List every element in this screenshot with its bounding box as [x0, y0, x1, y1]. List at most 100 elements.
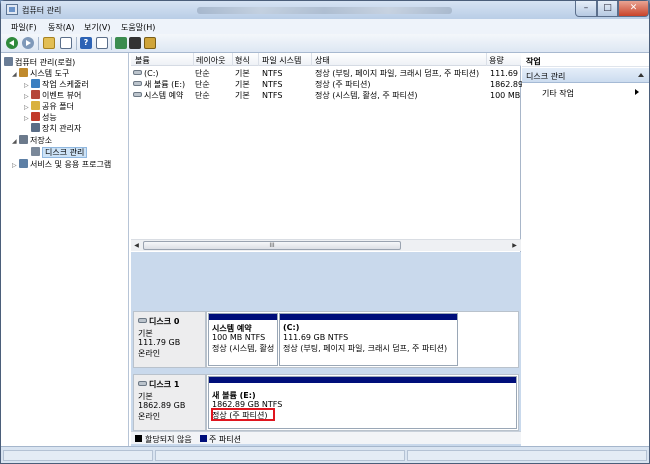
volume-icon — [133, 70, 142, 75]
expand-arrow-icon[interactable]: ▷ — [24, 113, 31, 124]
disk-icon — [138, 381, 147, 386]
actions-pane: 작업 디스크 관리 기타 작업 — [522, 53, 649, 446]
main-content: 컴퓨터 관리(로컬) ◢ 시스템 도구 ▷ 작업 스케줄러 ▷ 이벤트 뷰어 ▷ 공유 … — [1, 53, 649, 446]
expand-arrow-icon[interactable]: ▷ — [12, 160, 19, 171]
performance-icon — [31, 112, 40, 121]
status-segment — [155, 450, 405, 461]
column-header-status[interactable]: 상태 — [315, 55, 330, 66]
computer-management-window: 컴퓨터 관리 – □ ✕ 파일(F) 동작(A) 보기(V) 도움말(H) ? … — [0, 0, 650, 464]
disk-name: 디스크 0 — [149, 317, 180, 326]
partition-c-drive[interactable]: (C:) 111.69 GB NTFS 정상 (부팅, 페이지 파일, 크래시 … — [279, 313, 458, 366]
blurred-overlay-text — [197, 7, 452, 14]
disk-0-label[interactable]: 디스크 0 기본 111.79 GB 온라인 — [133, 311, 206, 368]
help-icon[interactable]: ? — [80, 37, 92, 49]
shared-folder-icon — [31, 101, 40, 110]
tree-item-shared-folders[interactable]: ▷ 공유 폴더 — [24, 101, 74, 112]
legend: 할당되지 않음 주 파티션 — [131, 431, 521, 444]
computer-management-icon — [6, 4, 18, 15]
clock-icon — [31, 79, 40, 88]
legend-unallocated: 할당되지 않음 — [145, 435, 192, 444]
toolbar-separator — [76, 37, 77, 50]
show-hide-tree-icon[interactable] — [60, 37, 72, 49]
tree-item-device-manager[interactable]: 장치 관리자 — [31, 123, 81, 134]
disk-1-label[interactable]: 디스크 1 기본 1862.89 GB 온라인 — [133, 374, 206, 431]
services-icon — [19, 159, 28, 168]
menu-action[interactable]: 동작(A) — [48, 22, 74, 33]
column-header-capacity[interactable]: 용량 — [489, 55, 504, 66]
tree-item-services[interactable]: ▷ 서비스 및 응용 프로그램 — [12, 159, 111, 170]
status-segment — [407, 450, 647, 461]
device-manager-icon — [31, 123, 40, 132]
status-bar — [1, 446, 649, 463]
properties-icon[interactable] — [129, 37, 141, 49]
tree-root[interactable]: 컴퓨터 관리(로컬) — [4, 57, 75, 68]
tree-item-system-tools[interactable]: ◢ 시스템 도구 — [12, 68, 69, 79]
toolbar-separator — [38, 37, 39, 50]
menu-view[interactable]: 보기(V) — [84, 22, 110, 33]
menu-bar: 파일(F) 동작(A) 보기(V) 도움말(H) — [1, 19, 649, 34]
tree-item-disk-management[interactable]: 디스크 관리 — [31, 147, 88, 158]
disk-size: 111.79 GB — [138, 338, 181, 347]
disk-management-icon — [31, 147, 40, 156]
column-header-volume[interactable]: 볼륨 — [135, 55, 150, 66]
primary-partition-bar — [209, 377, 516, 383]
scrollbar-thumb[interactable]: III — [143, 241, 401, 250]
close-button[interactable]: ✕ — [618, 1, 649, 17]
volume-row[interactable]: 시스템 예약 단순 기본 NTFS 정상 (시스템, 활성, 주 파티션) 10… — [131, 90, 521, 101]
title-bar[interactable]: 컴퓨터 관리 – □ ✕ — [1, 1, 649, 19]
tree-item-storage[interactable]: ◢ 저장소 — [12, 135, 52, 146]
column-header-layout[interactable]: 레이아웃 — [196, 55, 225, 66]
collapse-arrow-icon[interactable]: ◢ — [12, 69, 19, 80]
collapse-up-icon[interactable] — [638, 73, 644, 77]
tools-icon — [19, 68, 28, 77]
window-title: 컴퓨터 관리 — [22, 6, 62, 15]
disk-size: 1862.89 GB — [138, 401, 186, 410]
disk-status: 온라인 — [138, 412, 161, 421]
event-viewer-icon — [31, 90, 40, 99]
volume-icon — [133, 92, 142, 97]
refresh-icon[interactable] — [144, 37, 156, 49]
scroll-right-icon[interactable]: ▶ — [509, 241, 520, 251]
tree-item-task-scheduler[interactable]: ▷ 작업 스케줄러 — [24, 79, 89, 90]
primary-partition-bar — [209, 314, 277, 320]
toolbar-separator — [111, 37, 112, 50]
legend-primary: 주 파티션 — [209, 435, 241, 444]
submenu-arrow-icon[interactable] — [635, 89, 639, 95]
selected-node-label: 디스크 관리 — [42, 147, 88, 158]
minimize-button[interactable]: – — [575, 1, 597, 17]
maximize-button[interactable]: □ — [597, 1, 618, 17]
collapse-arrow-icon[interactable]: ◢ — [12, 136, 19, 147]
column-header-type[interactable]: 형식 — [235, 55, 250, 66]
volume-icon — [133, 81, 142, 86]
back-arrow-icon[interactable] — [6, 37, 18, 49]
primary-partition-swatch — [200, 435, 207, 442]
show-hide-action-pane-icon[interactable] — [96, 37, 108, 49]
actions-title: 작업 — [522, 53, 649, 67]
action-more-actions[interactable]: 기타 작업 — [542, 88, 574, 99]
disk-name: 디스크 1 — [149, 380, 180, 389]
computer-icon — [4, 57, 13, 66]
volume-row[interactable]: 새 볼륨 (E:) 단순 기본 NTFS 정상 (주 파티션) 1862.89 — [131, 79, 523, 90]
volume-list-header: 볼륨 레이아웃 형식 파일 시스템 상태 용량 — [131, 53, 521, 66]
column-header-filesystem[interactable]: 파일 시스템 — [262, 55, 301, 66]
tree-item-event-viewer[interactable]: ▷ 이벤트 뷰어 — [24, 90, 81, 101]
status-segment — [3, 450, 153, 461]
disk-0-partitions: 시스템 예약 100 MB NTFS 정상 (시스템, 활성 (C:) 111.… — [206, 311, 519, 368]
connect-icon[interactable] — [115, 37, 127, 49]
disk-icon — [138, 318, 147, 323]
menu-help[interactable]: 도움말(H) — [121, 22, 155, 33]
horizontal-scrollbar[interactable]: ◀ III ▶ — [131, 239, 521, 251]
disk-management-pane: 볼륨 레이아웃 형식 파일 시스템 상태 용량 (C:) 단순 기본 NTFS … — [131, 53, 523, 446]
tree-item-performance[interactable]: ▷ 성능 — [24, 112, 57, 123]
partition-e-drive[interactable]: 새 볼륨 (E:) 1862.89 GB NTFS 정상 (주 파티션) — [208, 376, 517, 429]
volume-row[interactable]: (C:) 단순 기본 NTFS 정상 (부팅, 페이지 파일, 크래시 덤프, … — [131, 68, 521, 79]
primary-partition-bar — [280, 314, 457, 320]
partition-system-reserved[interactable]: 시스템 예약 100 MB NTFS 정상 (시스템, 활성 — [208, 313, 278, 366]
forward-arrow-icon[interactable] — [22, 37, 34, 49]
toolbar: ? — [1, 34, 649, 53]
menu-file[interactable]: 파일(F) — [11, 22, 37, 33]
navigation-tree: 컴퓨터 관리(로컬) ◢ 시스템 도구 ▷ 작업 스케줄러 ▷ 이벤트 뷰어 ▷ 공유 … — [1, 53, 129, 446]
scroll-left-icon[interactable]: ◀ — [131, 241, 142, 251]
up-folder-icon[interactable] — [43, 37, 55, 49]
actions-section-disk-management[interactable]: 디스크 관리 — [522, 68, 649, 83]
